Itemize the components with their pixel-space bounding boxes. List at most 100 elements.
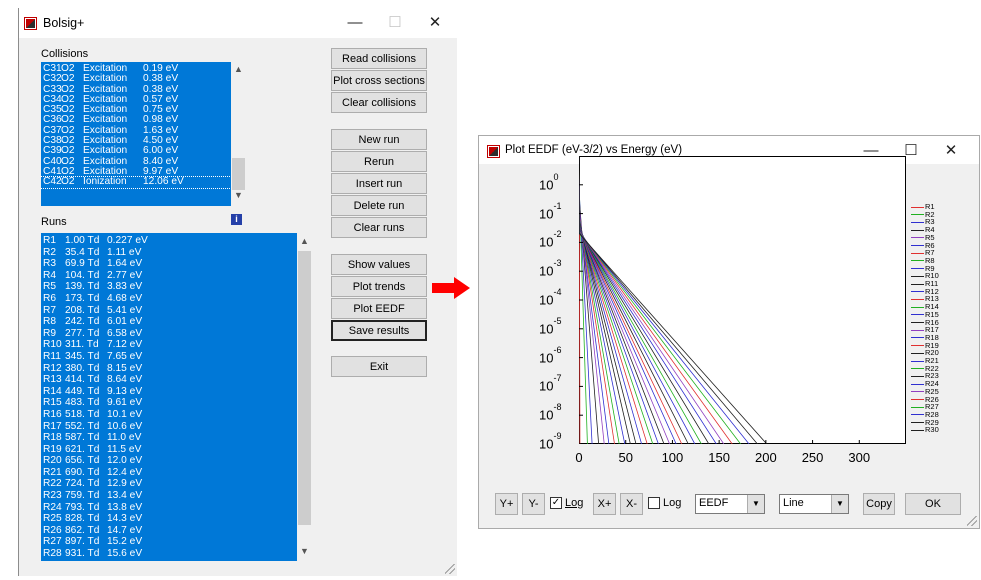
run-row[interactable]: R24 793. Td 13.8 eV — [41, 502, 297, 514]
runs-list[interactable]: R1 1.00 Td 0.227 eV R2 35.4 Td 1.11 eV R3 69.9 … — [41, 233, 297, 561]
run-row[interactable]: R22 724. Td 12.9 eV — [41, 478, 297, 490]
run-row[interactable]: R15 483. Td 9.61 eV — [41, 397, 297, 409]
y-minus-button[interactable]: Y- — [522, 493, 545, 515]
run-row[interactable]: R14 449. Td 9.13 eV — [41, 386, 297, 398]
save-results-button[interactable]: Save results — [331, 320, 427, 341]
scroll-up-icon[interactable]: ▲ — [231, 64, 246, 74]
run-row[interactable]: R2 35.4 Td 1.11 eV — [41, 247, 297, 259]
run-row[interactable]: R11 345. Td 7.65 eV — [41, 351, 297, 363]
clear-collisions-button[interactable]: Clear collisions — [331, 92, 427, 113]
chevron-down-icon[interactable]: ▼ — [831, 495, 848, 513]
plot-eedf-button[interactable]: Plot EEDF — [331, 298, 427, 319]
run-energy: 9.61 eV — [107, 397, 143, 409]
run-row[interactable]: R1 1.00 Td 0.227 eV — [41, 235, 297, 247]
run-row[interactable]: R7 208. Td 5.41 eV — [41, 305, 297, 317]
x-plus-button[interactable]: X+ — [593, 493, 616, 515]
tick-base: 10 — [539, 177, 554, 193]
ok-button[interactable]: OK — [905, 493, 961, 515]
runs-scrollbar[interactable]: ▲ ▼ — [297, 233, 312, 559]
rerun-button[interactable]: Rerun — [331, 151, 427, 172]
quantity-select[interactable]: EEDF ▼ — [695, 494, 765, 514]
quantity-select-value: EEDF — [699, 497, 729, 509]
clear-runs-button[interactable]: Clear runs — [331, 217, 427, 238]
run-row[interactable]: R20 656. Td 12.0 eV — [41, 455, 297, 467]
run-row[interactable]: R5 139. Td 3.83 eV — [41, 281, 297, 293]
run-field: 793. Td — [65, 501, 100, 513]
collision-row[interactable]: C42 O2 Ionization 12.06 eV — [41, 176, 231, 189]
run-energy: 11.0 eV — [107, 432, 142, 444]
run-field: 345. Td — [65, 350, 100, 362]
run-row[interactable]: R21 690. Td 12.4 eV — [41, 467, 297, 479]
resize-grip[interactable] — [445, 564, 455, 574]
scroll-up-icon[interactable]: ▲ — [297, 236, 312, 246]
y-tick-label: 100 — [539, 172, 558, 193]
run-row[interactable]: R26 862. Td 14.7 eV — [41, 525, 297, 537]
y-plus-button[interactable]: Y+ — [495, 493, 518, 515]
plot-cross-sections-button[interactable]: Plot cross sections — [331, 70, 427, 91]
run-field: 414. Td — [65, 374, 100, 386]
close-button[interactable]: ✕ — [415, 11, 455, 35]
scroll-thumb[interactable] — [232, 158, 245, 190]
scroll-down-icon[interactable]: ▼ — [231, 190, 246, 200]
legend-swatch — [911, 322, 924, 324]
exit-button[interactable]: Exit — [331, 356, 427, 377]
insert-run-button[interactable]: Insert run — [331, 173, 427, 194]
delete-run-button[interactable]: Delete run — [331, 195, 427, 216]
run-row[interactable]: R6 173. Td 4.68 eV — [41, 293, 297, 305]
run-energy: 14.7 eV — [107, 524, 143, 536]
show-values-button[interactable]: Show values — [331, 254, 427, 275]
run-row[interactable]: R18 587. Td 11.0 eV — [41, 432, 297, 444]
legend-swatch — [911, 306, 924, 308]
run-id: R22 — [43, 478, 62, 490]
run-row[interactable]: R9 277. Td 6.58 eV — [41, 328, 297, 340]
run-row[interactable]: R10 311. Td 7.12 eV — [41, 339, 297, 351]
legend-swatch — [911, 221, 924, 223]
plot-window-title: Plot EEDF (eV-3/2) vs Energy (eV) — [505, 144, 683, 156]
run-row[interactable]: R25 828. Td 14.3 eV — [41, 513, 297, 525]
info-icon[interactable]: i — [231, 214, 242, 225]
resize-grip[interactable] — [967, 516, 977, 526]
run-row[interactable]: R3 69.9 Td 1.64 eV — [41, 258, 297, 270]
run-id: R14 — [43, 385, 62, 397]
collisions-scrollbar[interactable]: ▲ ▼ — [231, 62, 246, 204]
run-row[interactable]: R28 931. Td 15.6 eV — [41, 548, 297, 560]
minimize-button[interactable]: — — [335, 11, 375, 35]
maximize-button[interactable]: ☐ — [375, 11, 415, 35]
bolsig-main-window: Bolsig+ — ☐ ✕ Collisions C31 O2 Excitation… — [18, 8, 457, 576]
run-row[interactable]: R4 104. Td 2.77 eV — [41, 270, 297, 282]
run-row[interactable]: R12 380. Td 8.15 eV — [41, 363, 297, 375]
run-row[interactable]: R8 242. Td 6.01 eV — [41, 316, 297, 328]
legend-swatch — [911, 337, 924, 339]
chevron-down-icon[interactable]: ▼ — [747, 495, 764, 513]
run-energy: 8.15 eV — [107, 362, 143, 374]
y-tick-label: 10-1 — [539, 201, 561, 221]
run-row[interactable]: R23 759. Td 13.4 eV — [41, 490, 297, 502]
run-row[interactable]: R16 518. Td 10.1 eV — [41, 409, 297, 421]
close-button[interactable]: ✕ — [931, 139, 971, 163]
plot-trends-button[interactable]: Plot trends — [331, 276, 427, 297]
read-collisions-button[interactable]: Read collisions — [331, 48, 427, 69]
y-log-checkbox[interactable]: ✓ — [550, 497, 562, 509]
x-log-checkbox[interactable] — [648, 497, 660, 509]
scroll-thumb[interactable] — [298, 251, 311, 525]
run-field: 897. Td — [65, 536, 100, 548]
run-row[interactable]: R13 414. Td 8.64 eV — [41, 374, 297, 386]
run-energy: 12.4 eV — [107, 466, 143, 478]
x-minus-button[interactable]: X- — [620, 493, 643, 515]
run-row[interactable]: R27 897. Td 15.2 eV — [41, 536, 297, 548]
collisions-list[interactable]: C31 O2 Excitation 0.19 eV C32 O2 Excitation 0.3… — [41, 62, 231, 206]
run-id: R11 — [43, 350, 61, 362]
y-tick-label: 10-6 — [539, 345, 561, 365]
style-select[interactable]: Line ▼ — [779, 494, 849, 514]
new-run-button[interactable]: New run — [331, 129, 427, 150]
copy-button[interactable]: Copy — [863, 493, 895, 515]
run-field: 656. Td — [65, 455, 100, 467]
run-id: R18 — [43, 432, 62, 444]
scroll-down-icon[interactable]: ▼ — [297, 546, 312, 556]
run-row[interactable]: R19 621. Td 11.5 eV — [41, 444, 297, 456]
run-row[interactable]: R17 552. Td 10.6 eV — [41, 421, 297, 433]
legend-swatch — [911, 429, 924, 431]
run-energy: 10.1 eV — [107, 408, 143, 420]
tick-base: 10 — [539, 205, 554, 221]
eedf-chart — [578, 155, 906, 445]
